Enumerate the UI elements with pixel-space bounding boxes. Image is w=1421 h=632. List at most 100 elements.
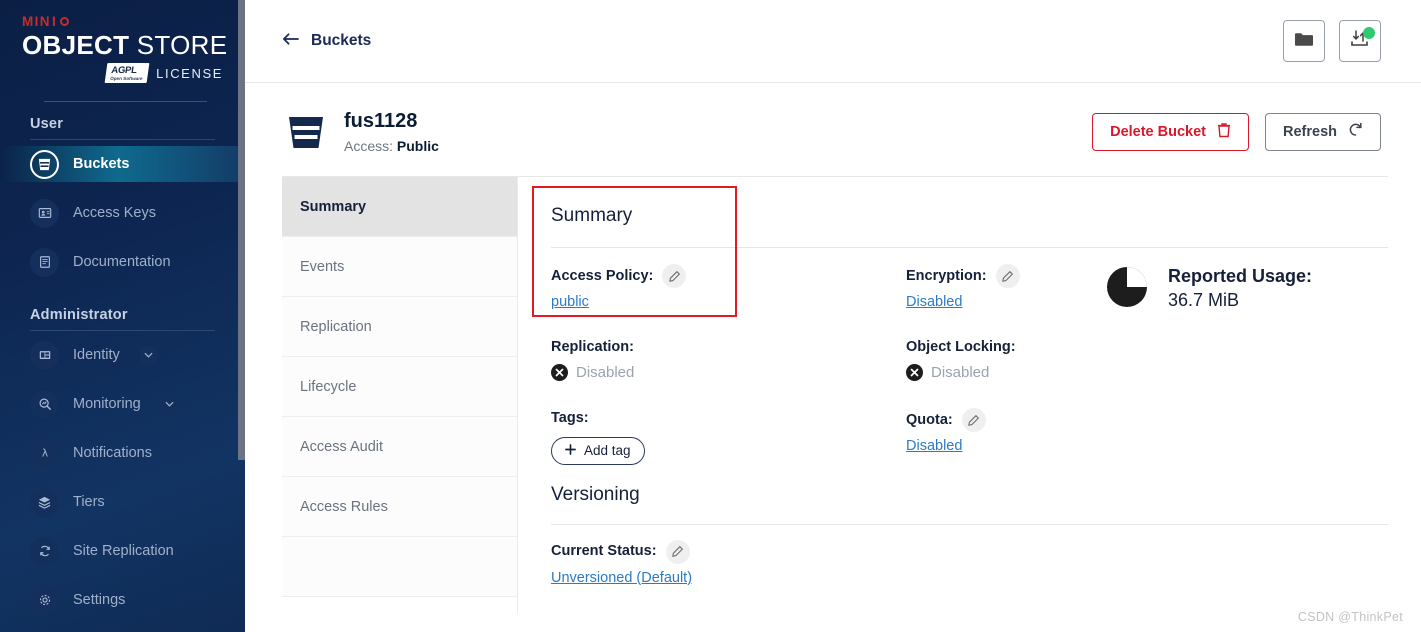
field-encryption: Encryption: Disabled — [906, 264, 1106, 310]
breadcrumb-label: Buckets — [311, 32, 372, 49]
edit-pencil-icon[interactable] — [995, 264, 1020, 288]
sidebar-item-settings[interactable]: Settings — [0, 582, 245, 618]
summary-detail: Summary Access Policy: public Replicatio… — [518, 177, 1388, 613]
delete-bucket-label: Delete Bucket — [1110, 123, 1206, 140]
x-circle-icon — [551, 364, 568, 382]
breadcrumb-back-buckets[interactable]: Buckets — [282, 32, 371, 50]
access-keys-icon — [30, 198, 59, 228]
minio-i: I — [51, 14, 58, 29]
bucket-icon — [285, 111, 327, 153]
sidebar-item-notifications[interactable]: λ Notifications — [0, 435, 245, 471]
access-policy-label: Access Policy: — [551, 267, 654, 284]
main-area: Buckets fus1128 Access: Public Delete Bu… — [245, 0, 1421, 632]
current-status-label: Current Status: — [551, 543, 657, 560]
tab-replication[interactable]: Replication — [282, 297, 517, 357]
minio-o-circle-icon — [60, 17, 70, 26]
agpl-badge-icon: AGPL Open Software — [104, 63, 150, 84]
tiers-icon — [30, 487, 59, 517]
transfer-manager-button[interactable] — [1339, 20, 1381, 62]
sidebar-item-identity[interactable]: Identity — [0, 337, 245, 373]
tab-access-audit[interactable]: Access Audit — [282, 417, 517, 477]
tab-label-replication: Replication — [300, 318, 372, 335]
sidebar-item-label-site-replication: Site Replication — [73, 543, 174, 560]
encryption-value[interactable]: Disabled — [906, 294, 962, 310]
edit-pencil-icon[interactable] — [961, 408, 986, 433]
sidebar-item-buckets[interactable]: Buckets — [0, 146, 245, 183]
delete-bucket-button[interactable]: Delete Bucket — [1092, 112, 1249, 151]
logo-store-word: STORE — [129, 30, 228, 60]
pie-chart-icon — [1106, 266, 1148, 313]
documentation-icon — [30, 247, 59, 277]
refresh-button[interactable]: Refresh — [1265, 112, 1381, 151]
bucket-actions: Delete Bucket Refresh — [1092, 112, 1381, 151]
replication-status: Disabled — [551, 364, 906, 382]
edit-pencil-icon[interactable] — [665, 539, 690, 564]
add-tag-label: Add tag — [584, 443, 631, 459]
add-tag-button[interactable]: Add tag — [551, 436, 645, 465]
sidebar-item-site-replication[interactable]: Site Replication — [0, 533, 245, 569]
object-locking-status-text: Disabled — [931, 364, 990, 382]
summary-column-right: Reported Usage: 36.7 MiB — [1106, 264, 1388, 492]
status-badge-online — [1363, 27, 1375, 39]
access-policy-label-row: Access Policy: — [551, 264, 906, 288]
lambda-icon: λ — [30, 438, 59, 468]
tab-lifecycle[interactable]: Lifecycle — [282, 357, 517, 417]
chevron-down-icon[interactable] — [139, 346, 157, 364]
reported-usage-label: Reported Usage: — [1168, 266, 1313, 286]
field-replication: Replication: Disabled — [551, 337, 906, 382]
quota-value[interactable]: Disabled — [906, 438, 962, 454]
edit-pencil-icon[interactable] — [662, 264, 687, 288]
access-policy-value[interactable]: public — [551, 294, 589, 310]
tags-label: Tags: — [551, 410, 589, 427]
folder-icon — [1294, 31, 1314, 52]
page-title: fus1128 — [344, 110, 418, 132]
summary-heading: Summary — [551, 205, 633, 226]
bucket-identity: fus1128 Access: Public — [285, 109, 439, 154]
field-current-status: Current Status: Unversioned (Default) — [551, 539, 1388, 586]
license-label: LICENSE — [156, 65, 223, 81]
bucket-header: fus1128 Access: Public Delete Bucket Ref… — [282, 83, 1388, 176]
sidebar-item-tiers[interactable]: Tiers — [0, 484, 245, 520]
summary-column-middle: Encryption: Disabled Object Locking: Dis… — [906, 264, 1106, 492]
object-locking-status: Disabled — [906, 364, 1106, 382]
x-circle-icon — [906, 364, 923, 382]
reported-usage-value: 36.7 MiB — [1168, 290, 1240, 310]
tab-summary[interactable]: Summary — [282, 177, 517, 237]
field-object-locking: Object Locking: Disabled — [906, 337, 1106, 382]
reported-usage-text: Reported Usage: 36.7 MiB — [1168, 266, 1312, 311]
sidebar-item-label-notifications: Notifications — [73, 445, 152, 462]
logo-object-word: OBJECT — [22, 30, 130, 60]
bucket-title-block: fus1128 Access: Public — [344, 109, 439, 154]
watermark: CSDN @ThinkPet — [1297, 610, 1403, 624]
encryption-label: Encryption: — [906, 267, 987, 284]
tab-list-filler — [282, 537, 517, 597]
current-status-label-row: Current Status: — [551, 539, 1388, 564]
encryption-value-wrap: Disabled — [906, 294, 1106, 310]
versioning-divider — [551, 523, 1388, 525]
folder-browser-button[interactable] — [1283, 20, 1325, 62]
chevron-down-icon[interactable] — [160, 395, 178, 413]
object-store-wordmark: OBJECT STORE — [22, 30, 228, 60]
arrow-left-icon — [282, 32, 299, 50]
sidebar-item-monitoring[interactable]: Monitoring — [0, 386, 245, 422]
quota-label: Quota: — [906, 412, 953, 429]
tab-events[interactable]: Events — [282, 237, 517, 297]
quota-value-wrap: Disabled — [906, 438, 1106, 454]
top-bar: Buckets — [245, 0, 1421, 83]
current-status-value[interactable]: Unversioned (Default) — [551, 570, 692, 586]
sidebar: MIN I OBJECT STORE AGPL Open Software LI… — [0, 0, 245, 632]
sidebar-item-label-monitoring: Monitoring — [73, 396, 141, 413]
reported-usage-block: Reported Usage: 36.7 MiB — [1106, 264, 1388, 313]
content-area: fus1128 Access: Public Delete Bucket Ref… — [245, 83, 1421, 632]
sidebar-item-documentation[interactable]: Documentation — [0, 244, 245, 280]
settings-gear-icon — [30, 585, 59, 615]
sidebar-item-label-settings: Settings — [73, 592, 126, 609]
tab-access-rules[interactable]: Access Rules — [282, 477, 517, 537]
sidebar-item-access-keys[interactable]: Access Keys — [0, 195, 245, 231]
bucket-icon — [30, 149, 59, 179]
svg-text:λ: λ — [41, 448, 47, 460]
sidebar-scrollbar-thumb[interactable] — [238, 0, 245, 460]
refresh-icon — [1348, 122, 1363, 142]
sidebar-item-label-documentation: Documentation — [73, 254, 171, 271]
tab-label-access-rules: Access Rules — [300, 498, 388, 515]
